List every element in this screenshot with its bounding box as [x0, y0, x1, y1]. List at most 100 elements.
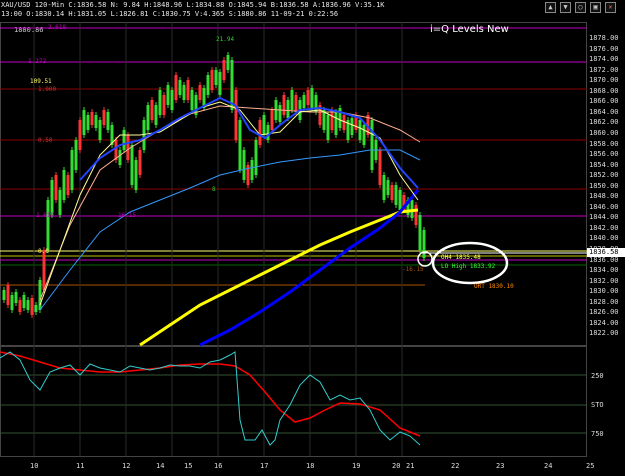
- level-label-100: 1.000: [38, 86, 57, 93]
- candle-body: [134, 160, 138, 190]
- candle-body: [138, 150, 142, 175]
- chart-canvas[interactable]: [0, 0, 625, 476]
- price-tick-label: 1834.00: [589, 266, 619, 275]
- price-tick-label: 1876.00: [589, 44, 619, 53]
- ma-blue-thick: [199, 189, 420, 347]
- level-label-1272: 1.272: [28, 58, 47, 65]
- candle-body: [38, 280, 42, 310]
- date-tick-label: 19: [352, 462, 361, 470]
- candle-body: [418, 215, 422, 250]
- date-tick-label: 14: [156, 462, 165, 470]
- price-tick-label: 1826.00: [589, 308, 619, 317]
- candle-body: [254, 140, 258, 175]
- candle-body: [50, 180, 54, 215]
- candle-body: [126, 135, 130, 160]
- candle-body: [234, 90, 238, 140]
- stoch-slow-line: [0, 351, 421, 437]
- candle-body: [94, 115, 98, 128]
- stoch-upper-label: 250: [591, 372, 604, 380]
- date-tick-label: 10: [30, 462, 39, 470]
- price-tick-label: 1864.00: [589, 107, 619, 116]
- candle-body: [62, 170, 66, 200]
- price-tick-label: 1860.00: [589, 128, 619, 137]
- candle-body: [394, 185, 398, 205]
- peak-label: 21.94: [216, 36, 235, 43]
- candle-body: [278, 105, 282, 122]
- candle-body: [90, 112, 94, 125]
- candle-body: [266, 125, 270, 140]
- candle-body: [358, 120, 362, 140]
- price-tick-label: 1830.00: [589, 287, 619, 296]
- candle-body: [150, 100, 154, 120]
- candle-body: [334, 112, 338, 135]
- candle-body: [34, 305, 38, 312]
- price-tick-label: 1824.00: [589, 318, 619, 327]
- indicator-axis: 250 STO 750: [587, 346, 625, 456]
- candle-body: [182, 85, 186, 100]
- price-tick-label: 1870.00: [589, 76, 619, 85]
- candle-body: [42, 250, 46, 290]
- candle-body: [54, 175, 58, 200]
- candle-body: [106, 112, 110, 130]
- date-tick-label: 16: [214, 462, 223, 470]
- candle-body: [350, 118, 354, 135]
- candle-body: [294, 95, 298, 112]
- date-tick-label: 15: [184, 462, 193, 470]
- stoch-lower-label: 750: [591, 430, 604, 438]
- price-tick-label: 1828.00: [589, 297, 619, 306]
- candle-body: [2, 290, 6, 300]
- candle-body: [398, 190, 402, 210]
- candle-body: [326, 115, 330, 140]
- candle-body: [130, 145, 134, 185]
- candle-body: [422, 230, 426, 258]
- price-tick-label: 1858.00: [589, 139, 619, 148]
- candle-body: [98, 120, 102, 140]
- day-separators: [33, 22, 403, 456]
- candle-body: [238, 120, 242, 170]
- candle-body: [170, 90, 174, 110]
- candle-body: [102, 110, 106, 125]
- price-tick-label: 1844.00: [589, 213, 619, 222]
- stoch-fast-line: [0, 351, 421, 446]
- price-tick-label: 1846.00: [589, 202, 619, 211]
- candle-body: [386, 180, 390, 195]
- date-axis[interactable]: 10 11 12 14 15 16 17 18 19 20 21 22 23 24 25: [0, 458, 594, 476]
- candle-body: [10, 295, 14, 310]
- date-tick-label: 17: [260, 462, 269, 470]
- candle-body: [306, 90, 310, 105]
- date-tick-label: 22: [451, 462, 460, 470]
- candle-body: [162, 95, 166, 115]
- candle-body: [66, 175, 70, 195]
- candle-body: [378, 150, 382, 185]
- candle-body: [362, 125, 366, 145]
- candle-body: [86, 115, 90, 130]
- price-tick-label: 1866.00: [589, 97, 619, 106]
- candle-body: [198, 85, 202, 100]
- candle-body: [178, 80, 182, 95]
- level-label-top: 2.618: [48, 24, 67, 31]
- date-tick-label: 23: [496, 462, 505, 470]
- level-label-50: 0.50: [38, 137, 53, 144]
- candle-body: [290, 90, 294, 110]
- date-tick-label: 24: [544, 462, 553, 470]
- candle-body: [262, 115, 266, 135]
- candle-body: [390, 185, 394, 200]
- candle-body: [30, 298, 34, 315]
- price-axis[interactable]: 1878.00 1876.00 1874.00 1872.00 1870.00 1868.…: [587, 22, 625, 346]
- date-tick-label: 20: [392, 462, 401, 470]
- candle-body: [146, 105, 150, 130]
- price-tick-label: 1832.00: [589, 276, 619, 285]
- lo-high-label: LO High 1833.92: [441, 263, 496, 270]
- price-tick-label: 1840.00: [589, 234, 619, 243]
- indicator-title: i=Q Levels New: [430, 24, 509, 35]
- candle-body: [382, 175, 386, 200]
- ma-blue-thin: [39, 149, 421, 311]
- price-tick-label: 1852.00: [589, 171, 619, 180]
- level-label-neg1615: -16.15: [402, 266, 424, 273]
- candle-body: [214, 70, 218, 85]
- candle-body: [330, 110, 334, 130]
- candle-body: [46, 200, 50, 250]
- date-tick-label: 11: [76, 462, 85, 470]
- price-tick-label: 1874.00: [589, 55, 619, 64]
- level-label-1615: 16.15: [118, 212, 137, 219]
